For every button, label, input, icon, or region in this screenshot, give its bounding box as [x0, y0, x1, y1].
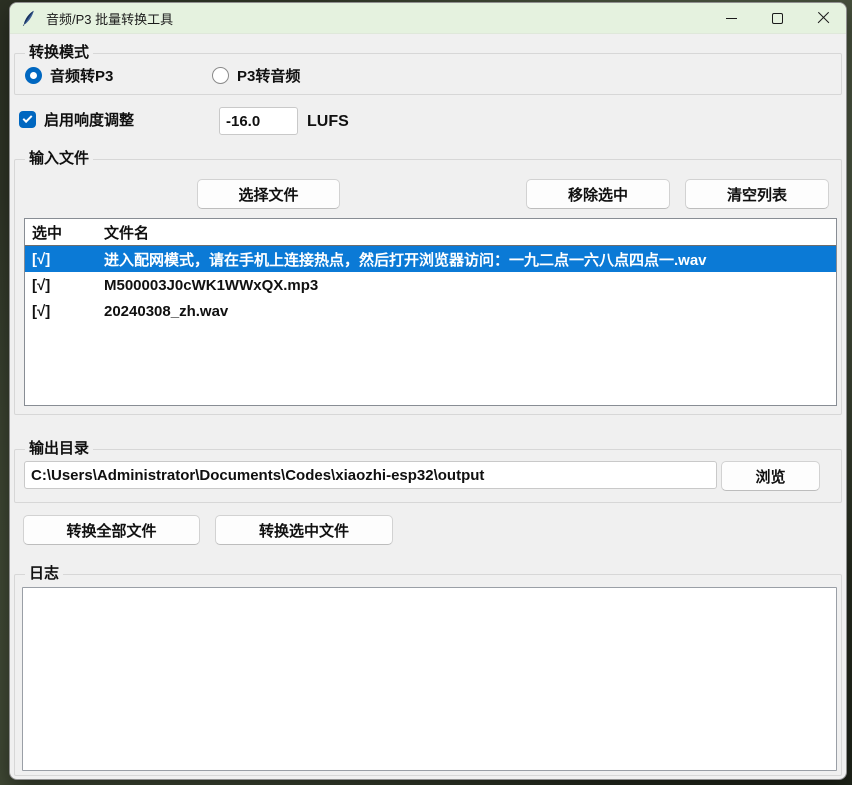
convert-all-button[interactable]: 转换全部文件 [23, 515, 200, 545]
clear-list-button[interactable]: 清空列表 [685, 179, 829, 209]
table-row[interactable]: [√] 进入配网模式，请在手机上连接热点，然后打开浏览器访问：一九二点一六八点四… [25, 246, 836, 272]
log-textarea[interactable] [22, 587, 837, 771]
output-dir-input[interactable] [24, 461, 717, 489]
lufs-input[interactable] [219, 107, 298, 135]
minimize-button[interactable] [708, 3, 754, 33]
radio-p3-to-audio[interactable]: P3转音频 [212, 65, 300, 86]
column-header-checked[interactable]: 选中 [25, 222, 103, 243]
check-mark-icon [23, 113, 33, 123]
column-header-filename[interactable]: 文件名 [103, 222, 836, 243]
radio-p3-to-audio-label: P3转音频 [237, 65, 300, 86]
output-dir-group: 输出目录 浏览 [14, 449, 842, 503]
window-title: 音频/P3 批量转换工具 [46, 9, 173, 28]
log-group-label: 日志 [25, 565, 63, 583]
output-dir-group-label: 输出目录 [25, 440, 93, 458]
table-row[interactable]: [√] M500003J0cWK1WWxQX.mp3 [25, 272, 836, 298]
tk-feather-icon [21, 10, 37, 26]
lufs-unit-label: LUFS [307, 113, 349, 131]
table-row[interactable]: [√] 20240308_zh.wav [25, 298, 836, 324]
close-button[interactable] [800, 3, 846, 33]
app-window: 音频/P3 批量转换工具 转换模式 音频转P3 P3转音频 启用响度调整 LUF… [9, 2, 847, 780]
input-files-group: 输入文件 选择文件 移除选中 清空列表 选中 文件名 [√] 进入配网模式，请在… [14, 159, 842, 415]
maximize-button[interactable] [754, 3, 800, 33]
input-files-group-label: 输入文件 [25, 150, 93, 168]
loudness-checkbox[interactable]: 启用响度调整 [19, 109, 134, 130]
radio-audio-to-p3-label: 音频转P3 [50, 65, 113, 86]
remove-selected-button[interactable]: 移除选中 [526, 179, 670, 209]
caption-buttons [708, 3, 846, 33]
radio-audio-to-p3[interactable]: 音频转P3 [25, 65, 113, 86]
row-filename-cell: 进入配网模式，请在手机上连接热点，然后打开浏览器访问：一九二点一六八点四点一.w… [103, 249, 836, 270]
convert-selected-button[interactable]: 转换选中文件 [215, 515, 393, 545]
browse-button[interactable]: 浏览 [721, 461, 820, 491]
row-check-cell: [√] [25, 303, 103, 320]
loudness-checkbox-label: 启用响度调整 [44, 109, 134, 130]
row-filename-cell: 20240308_zh.wav [103, 303, 836, 320]
title-bar: 音频/P3 批量转换工具 [10, 3, 846, 34]
row-check-cell: [√] [25, 277, 103, 294]
radio-selected-icon [25, 67, 42, 84]
checkbox-checked-icon [19, 111, 36, 128]
row-check-cell: [√] [25, 251, 103, 268]
log-group: 日志 [14, 574, 842, 776]
select-files-button[interactable]: 选择文件 [197, 179, 340, 209]
file-list-table: 选中 文件名 [√] 进入配网模式，请在手机上连接热点，然后打开浏览器访问：一九… [24, 218, 837, 406]
minimize-icon [726, 18, 737, 19]
radio-unselected-icon [212, 67, 229, 84]
maximize-icon [772, 13, 783, 24]
file-table-header[interactable]: 选中 文件名 [25, 219, 836, 246]
close-icon [817, 12, 830, 25]
conversion-mode-group: 转换模式 音频转P3 P3转音频 [14, 53, 842, 95]
conversion-mode-group-label: 转换模式 [25, 44, 93, 62]
row-filename-cell: M500003J0cWK1WWxQX.mp3 [103, 277, 836, 294]
